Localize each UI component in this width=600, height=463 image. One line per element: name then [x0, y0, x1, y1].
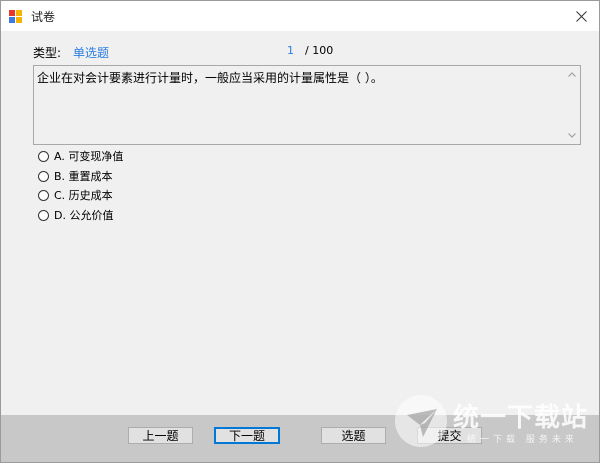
- option-c[interactable]: C. 历史成本: [38, 187, 113, 203]
- question-textbox[interactable]: 企业在对会计要素进行计量时，一般应当采用的计量属性是（ ）。: [33, 65, 581, 145]
- radio-a[interactable]: [38, 150, 49, 162]
- close-button[interactable]: [569, 4, 593, 28]
- radio-b[interactable]: [38, 170, 49, 182]
- question-type-value: 单选题: [73, 46, 110, 60]
- scroll-down-icon[interactable]: [567, 130, 577, 140]
- option-b-label: B. 重置成本: [54, 170, 113, 183]
- title-bar: 试卷: [1, 1, 599, 31]
- question-text: 企业在对会计要素进行计量时，一般应当采用的计量属性是（ ）。: [37, 71, 383, 85]
- footer-bar: 上一题 下一题 选题 提交: [1, 415, 599, 462]
- close-icon: [575, 10, 587, 22]
- total-questions: / 100: [305, 44, 334, 57]
- question-scrollbar[interactable]: [564, 66, 580, 144]
- radio-d[interactable]: [38, 209, 49, 221]
- option-a[interactable]: A. 可变现净值: [38, 148, 123, 164]
- window-title: 试卷: [31, 10, 56, 24]
- scroll-up-icon[interactable]: [567, 70, 577, 80]
- next-question-button[interactable]: 下一题: [214, 427, 280, 444]
- current-question-number: 1: [287, 44, 294, 57]
- select-question-button[interactable]: 选题: [321, 427, 386, 444]
- option-d-label: D. 公允价值: [54, 209, 114, 222]
- submit-button[interactable]: 提交: [417, 427, 482, 444]
- question-type-label: 类型:: [33, 46, 62, 60]
- option-b[interactable]: B. 重置成本: [38, 168, 113, 184]
- prev-question-button[interactable]: 上一题: [128, 427, 193, 444]
- option-c-label: C. 历史成本: [54, 189, 113, 202]
- exam-window: 试卷 类型: 单选题 1 / 100 企业在对会计要素进行计量时，一般应当采用的…: [0, 0, 600, 463]
- option-a-label: A. 可变现净值: [54, 150, 124, 163]
- option-d[interactable]: D. 公允价值: [38, 207, 113, 223]
- radio-c[interactable]: [38, 189, 49, 201]
- app-icon: [9, 10, 22, 23]
